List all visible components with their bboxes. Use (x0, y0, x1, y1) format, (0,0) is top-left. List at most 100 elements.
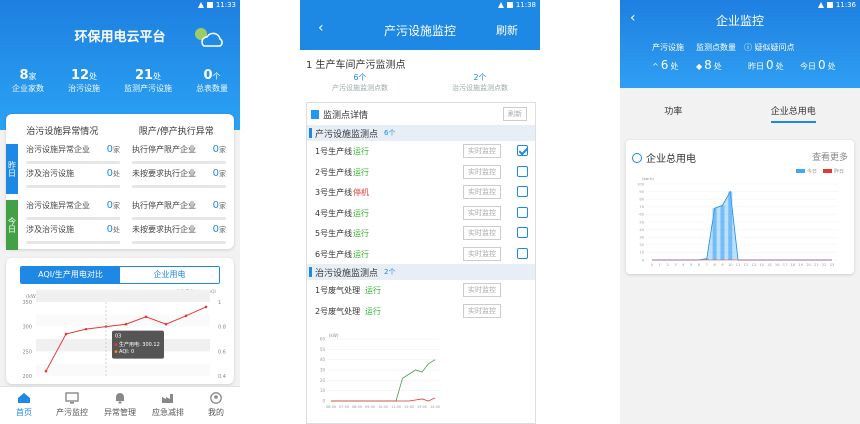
anomaly-row[interactable]: 治污设施异常企业 0家 (26, 144, 120, 166)
power-point (184, 314, 188, 318)
nav-anomaly[interactable]: 异常管理 (96, 387, 144, 424)
anomaly-row[interactable]: 未按要求执行企业 0家 (132, 224, 226, 246)
user-icon (210, 392, 222, 404)
anomaly-row[interactable]: 未按要求执行企业 0家 (132, 168, 226, 190)
nav-home-label: 首页 (16, 408, 32, 417)
nav-profile[interactable]: 我的 (192, 387, 240, 424)
today-bar (712, 208, 717, 260)
line-name: 3号生产线 (315, 188, 353, 197)
production-line-row: 3号生产线 停机 实时监控 (307, 182, 535, 203)
y2-tick: 0.4 (218, 374, 226, 380)
x-tick: 09:00 (365, 405, 375, 409)
refresh-button[interactable]: 刷新 (496, 22, 518, 38)
treatment-status: 运行 (365, 286, 381, 295)
home-icon (18, 393, 30, 403)
realtime-monitor-button[interactable]: 实时监控 (463, 144, 501, 158)
y-tick: 100 (637, 182, 645, 186)
nav-home[interactable]: 首页 (0, 387, 48, 424)
tooltip-dot-power (114, 343, 118, 347)
line-checkbox[interactable] (517, 227, 528, 238)
realtime-monitor-button[interactable]: 实时监控 (463, 246, 501, 261)
legend-today: 今日 (795, 168, 817, 175)
tab-aqi-compare[interactable]: AQI/生产用电对比 (21, 267, 120, 283)
grid-band (36, 363, 210, 376)
nav-anomaly-label: 异常管理 (104, 408, 136, 417)
line-name: 4号生产线 (315, 208, 353, 218)
y-tick: 40 (320, 357, 326, 362)
signal-icon (817, 2, 824, 8)
anomaly-row[interactable]: 涉及治污设施 0处 (26, 168, 120, 190)
line-checkbox[interactable] (517, 145, 528, 156)
y-tick: 40 (639, 228, 644, 232)
line-status: 运行 (353, 167, 369, 177)
x-tick: 13 (751, 263, 756, 267)
view-more-link[interactable]: 查看更多 (812, 150, 848, 163)
realtime-monitor-button[interactable]: 实时监控 (463, 226, 501, 240)
factory-icon (162, 394, 173, 403)
x-tick: 10:00 (378, 405, 388, 409)
today-area (652, 191, 832, 260)
label-production: 产污设施 (652, 43, 684, 52)
y-tick: 60 (639, 213, 644, 217)
x-tick: 9 (721, 263, 724, 267)
line-checkbox[interactable] (517, 206, 528, 218)
y-tick: 250 (22, 349, 32, 355)
y-tick: 20 (639, 243, 644, 247)
y2-tick: 1 (218, 300, 221, 306)
bottom-nav: 首页 产污监控 异常管理 应急减排 我的 (0, 386, 240, 424)
value-points: ◆ 8 处 (696, 58, 722, 72)
power-point (84, 327, 88, 331)
line-checkbox[interactable] (517, 247, 528, 259)
x-tick: 23 (830, 263, 835, 267)
x-tick: 11 (736, 263, 741, 267)
tooltip-title: 03 (115, 334, 121, 340)
realtime-monitor-button[interactable]: 实时监控 (463, 283, 501, 297)
point-counts: 6个 产污设施监测点数 2个 治污设施监测点数 (300, 72, 540, 93)
realtime-monitor-button[interactable]: 实时监控 (463, 303, 501, 318)
chart-tabs: AQI/生产用电对比 企业用电 (20, 266, 220, 284)
enterprise-tabs: 功率 企业总用电 (620, 104, 860, 123)
production-line-row: 1号生产线 运行 实时监控 (307, 141, 535, 162)
tab-enterprise-power[interactable]: 企业用电 (120, 267, 219, 283)
realtime-chart: (kW) 0 10 20 30 40 50 60 06:00 07:00 08:00 09:00 10:… (320, 333, 440, 409)
total-power-chart: (kw·h)01020304050607080901000 1 2 3 4 5 6 7 8 9 10… (637, 176, 838, 267)
power-point (44, 369, 48, 373)
line-status: 运行 (353, 208, 369, 218)
nav-pollution-label: 产污监控 (56, 408, 88, 417)
anomaly-row[interactable]: 执行停产限产企业 0家 (132, 200, 226, 222)
value-production: ^ 6 处 (652, 58, 679, 72)
treatment-anomaly-heading: 治污设施异常情况 (26, 127, 99, 137)
document-icon (311, 109, 319, 119)
power-point (144, 315, 148, 319)
legend-yesterday: 昨日 (822, 168, 844, 175)
nav-emergency[interactable]: 应急减排 (144, 387, 192, 424)
realtime-monitor-button[interactable]: 实时监控 (463, 205, 501, 220)
tab-total-power[interactable]: 企业总用电 (770, 104, 816, 123)
x-tick: 4 (682, 263, 685, 267)
line-checkbox[interactable] (517, 186, 528, 197)
anomaly-row[interactable]: 执行停产限产企业 0家 (132, 144, 226, 166)
today-bar (728, 191, 733, 260)
monitor-header: 11:38 ‹ 产污设施监控 刷新 (300, 0, 540, 50)
monitor-icon (65, 392, 79, 404)
detail-refresh-button[interactable]: 刷新 (503, 107, 527, 121)
realtime-monitor-button[interactable]: 实时监控 (463, 185, 501, 199)
x-tick: 14 (759, 263, 764, 267)
nav-pollution-monitor[interactable]: 产污监控 (48, 387, 96, 424)
detail-title: 监测点详情 (323, 110, 369, 121)
yesterday-block: 昨日 治污设施异常企业 0家 执行停产限产企业 0家 涉及治污设施 0处 未按要求执行企业 0… (6, 144, 234, 194)
line-name: 5号生产线 (315, 229, 353, 238)
y-tick: 30 (320, 368, 326, 373)
stat-3: 0个 总表数量 (196, 68, 228, 93)
anomaly-row[interactable]: 治污设施异常企业 0家 (26, 200, 120, 222)
stat-0: 8家 企业家数 (12, 68, 44, 93)
weather-icon[interactable] (190, 24, 226, 50)
realtime-monitor-button[interactable]: 实时监控 (463, 164, 501, 179)
tab-power[interactable]: 功率 (664, 104, 682, 123)
anomaly-row[interactable]: 涉及治污设施 0处 (26, 224, 120, 246)
line-checkbox[interactable] (517, 165, 528, 177)
treatment-name: 1号废气处理 (315, 286, 361, 295)
y-tick: 70 (639, 205, 644, 209)
stat-2: 21处 监测产污设施 (124, 68, 172, 93)
y-tick: 0 (642, 258, 645, 262)
